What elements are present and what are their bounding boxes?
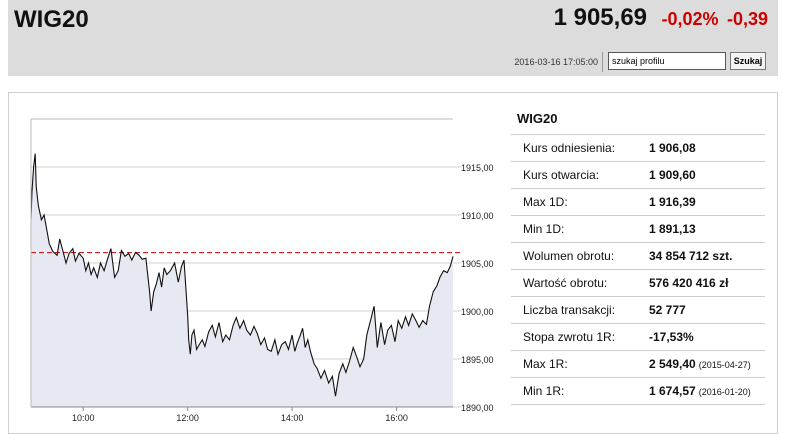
- y-tick-label: 1890,00: [461, 403, 494, 413]
- instrument-title: WIG20: [14, 6, 89, 33]
- y-tick-label: 1905,00: [461, 259, 494, 269]
- stat-label: Min 1D:: [523, 222, 565, 236]
- stat-number: 2 549,40: [649, 357, 696, 371]
- stat-value: 1 674,57 (2016-01-20): [649, 384, 751, 398]
- y-tick-label: 1915,00: [461, 163, 494, 173]
- stat-value: 52 777: [649, 303, 686, 317]
- stat-number: 52 777: [649, 303, 686, 317]
- stat-date: (2015-04-27): [698, 360, 751, 370]
- intraday-chart: 1915,00 1910,00 1905,00 1900,00 1895,00 1890,…: [30, 118, 494, 423]
- stat-label: Min 1R:: [523, 384, 565, 398]
- stat-label: Max 1D:: [523, 195, 568, 209]
- stat-row: Wartość obrotu: 576 420 416 zł: [511, 270, 765, 297]
- stat-row: Max 1R: 2 549,40 (2015-04-27): [511, 351, 765, 378]
- stat-row: Kurs otwarcia: 1 909,60: [511, 162, 765, 189]
- current-price: 1 905,69: [553, 4, 648, 31]
- search-button[interactable]: Szukaj: [730, 52, 766, 70]
- stat-value: 576 420 416 zł: [649, 276, 728, 290]
- x-tick-label: 14:00: [281, 413, 304, 423]
- stat-value: 34 854 712 szt.: [649, 249, 732, 263]
- stat-row: Min 1D: 1 891,13: [511, 216, 765, 243]
- y-tick-label: 1900,00: [461, 307, 494, 317]
- stat-row: Wolumen obrotu: 34 854 712 szt.: [511, 243, 765, 270]
- x-tick-label: 10:00: [72, 413, 95, 423]
- stat-row: Kurs odniesienia: 1 906,08: [511, 135, 765, 162]
- quote-header: WIG20 1 905,69 -0,02% -0,39 2016-03-16 1…: [8, 0, 778, 76]
- price-area: [31, 153, 453, 407]
- stat-number: 34 854 712 szt.: [649, 249, 733, 263]
- stat-label: Stopa zwrotu 1R:: [523, 330, 616, 344]
- stat-row: Max 1D: 1 916,39: [511, 189, 765, 216]
- x-tick-label: 16:00: [385, 413, 408, 423]
- separator: [602, 52, 603, 72]
- stat-label: Wartość obrotu:: [523, 276, 608, 290]
- stat-number: 1 891,13: [649, 222, 696, 236]
- stats-table: WIG20 Kurs odniesienia: 1 906,08 Kurs otwa…: [511, 105, 765, 405]
- stat-label: Wolumen obrotu:: [523, 249, 615, 263]
- stat-row: Min 1R: 1 674,57 (2016-01-20): [511, 378, 765, 405]
- change-percent: -0,02%: [661, 9, 719, 29]
- stat-label: Kurs odniesienia:: [523, 141, 616, 155]
- stat-label: Kurs otwarcia:: [523, 168, 600, 182]
- stat-label: Liczba transakcji:: [523, 303, 616, 317]
- stats-rows: Kurs odniesienia: 1 906,08 Kurs otwarcia: 1…: [511, 135, 765, 405]
- stat-value: 1 891,13: [649, 222, 696, 236]
- stat-value: -17,53%: [649, 330, 694, 344]
- y-tick-label: 1895,00: [461, 355, 494, 365]
- price-block: 1 905,69 -0,02% -0,39: [554, 4, 768, 32]
- stat-value: 2 549,40 (2015-04-27): [649, 357, 751, 371]
- stat-number: 1 906,08: [649, 141, 696, 155]
- y-tick-label: 1910,00: [461, 211, 494, 221]
- stats-title: WIG20: [511, 105, 765, 135]
- stat-value: 1 909,60: [649, 168, 696, 182]
- quote-subbar: 2016-03-16 17:05:00 Szukaj: [8, 46, 778, 76]
- x-tick-label: 12:00: [176, 413, 199, 423]
- stat-number: -17,53%: [649, 330, 694, 344]
- quote-panel: 1915,00 1910,00 1905,00 1900,00 1895,00 1890,…: [8, 92, 778, 434]
- quote-datetime: 2016-03-16 17:05:00: [514, 57, 598, 67]
- stat-number: 1 916,39: [649, 195, 696, 209]
- stat-value: 1 906,08: [649, 141, 696, 155]
- stat-date: (2016-01-20): [698, 387, 751, 397]
- stat-number: 1 909,60: [649, 168, 696, 182]
- change-absolute: -0,39: [726, 9, 768, 29]
- stat-value: 1 916,39: [649, 195, 696, 209]
- profile-search-input[interactable]: [608, 52, 726, 70]
- stat-label: Max 1R:: [523, 357, 568, 371]
- stat-row: Liczba transakcji: 52 777: [511, 297, 765, 324]
- stat-row: Stopa zwrotu 1R: -17,53%: [511, 324, 765, 351]
- stat-number: 576 420 416 zł: [649, 276, 729, 290]
- stat-number: 1 674,57: [649, 384, 696, 398]
